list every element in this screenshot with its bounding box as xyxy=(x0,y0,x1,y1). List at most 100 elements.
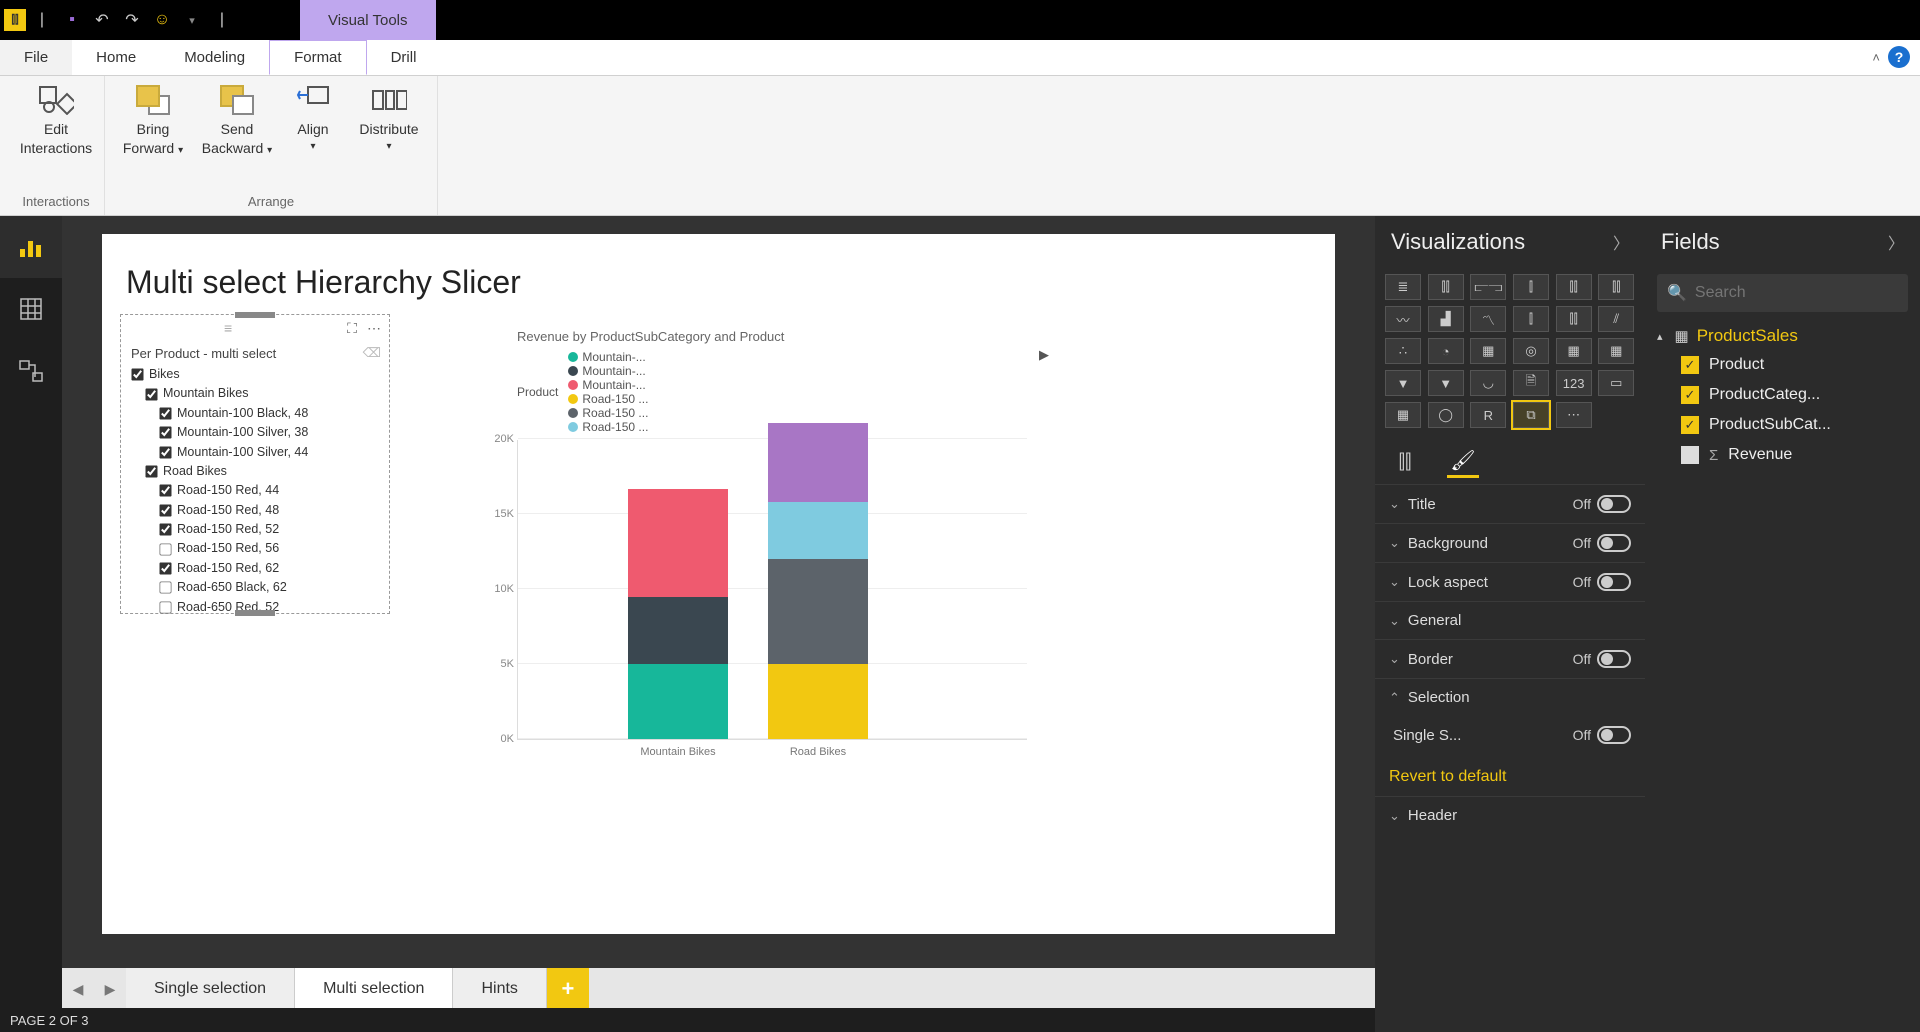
viz-type-icon[interactable]: ⫽ xyxy=(1598,306,1634,332)
lock-aspect-toggle[interactable]: Off xyxy=(1573,573,1631,591)
legend-item[interactable]: Mountain-... xyxy=(568,378,648,392)
legend-item[interactable]: Road-150 ... xyxy=(568,392,648,406)
legend-item[interactable]: Mountain-... xyxy=(568,364,648,378)
viz-type-icon[interactable]: ∴ xyxy=(1385,338,1421,364)
viz-type-icon[interactable]: ▦ xyxy=(1598,338,1634,364)
viz-type-icon[interactable]: ⫍⫎ xyxy=(1470,274,1506,300)
viz-type-icon[interactable]: ▦ xyxy=(1470,338,1506,364)
revert-to-default-button[interactable]: Revert to default xyxy=(1375,754,1645,796)
page-nav-next-icon[interactable]: ▶ xyxy=(94,968,126,1010)
slicer-item[interactable]: Road-150 Red, 56 xyxy=(159,539,379,558)
help-icon[interactable]: ? xyxy=(1888,46,1910,68)
slicer-checkbox[interactable] xyxy=(131,369,143,381)
tab-format[interactable]: Format xyxy=(269,40,367,75)
send-backward-button[interactable]: Send Backward ▾ xyxy=(201,82,273,157)
tab-file[interactable]: File xyxy=(0,40,72,75)
focus-mode-icon[interactable]: ⛶ xyxy=(347,320,357,337)
fields-header[interactable]: Fields 〉 xyxy=(1645,216,1920,268)
format-single-select-row[interactable]: Single S... Off xyxy=(1375,716,1645,754)
slicer-item[interactable]: Bikes xyxy=(131,365,379,384)
slicer-checkbox[interactable] xyxy=(159,485,171,497)
table-productsales[interactable]: ▴ ▦ ProductSales xyxy=(1645,322,1920,350)
more-options-icon[interactable]: ⋯ xyxy=(367,320,381,337)
slicer-item[interactable]: Mountain-100 Black, 48 xyxy=(159,404,379,423)
collapse-ribbon-icon[interactable]: ˄ xyxy=(1872,50,1880,65)
report-canvas[interactable]: Multi select Hierarchy Slicer ≡ ⛶ ⋯ Per … xyxy=(102,234,1335,934)
viz-type-icon[interactable]: ⫿⫿ xyxy=(1428,274,1464,300)
format-lock-aspect-row[interactable]: ⌄Lock aspect Off xyxy=(1375,562,1645,601)
chart-bar[interactable] xyxy=(628,489,728,740)
viz-type-icon[interactable]: ◎ xyxy=(1513,338,1549,364)
tab-modeling[interactable]: Modeling xyxy=(160,40,269,75)
viz-type-icon[interactable]: ◯ xyxy=(1428,402,1464,428)
field-checkbox[interactable]: ✓ xyxy=(1681,356,1699,374)
qat-dropdown-icon[interactable]: ▾ xyxy=(178,6,206,34)
edit-interactions-button[interactable]: Edit Interactions xyxy=(20,82,92,157)
slicer-item[interactable]: Road-150 Red, 52 xyxy=(159,520,379,539)
fields-search[interactable]: 🔍 xyxy=(1657,274,1908,312)
save-icon[interactable]: ▪ xyxy=(58,6,86,34)
slicer-checkbox[interactable] xyxy=(145,388,157,400)
align-button[interactable]: Align ▾ xyxy=(285,82,341,157)
page-tab-multi-selection[interactable]: Multi selection xyxy=(295,968,453,1010)
smiley-icon[interactable]: ☺ xyxy=(148,6,176,34)
viz-type-icon[interactable]: ▼ xyxy=(1385,370,1421,396)
format-tab-icon[interactable]: 🖌 xyxy=(1447,446,1479,478)
slicer-item[interactable]: Road-150 Red, 48 xyxy=(159,501,379,520)
hierarchy-slicer-visual[interactable]: ≡ ⛶ ⋯ Per Product - multi select ⌫ Bikes… xyxy=(120,314,390,614)
viz-type-icon[interactable]: ▭ xyxy=(1598,370,1634,396)
viz-type-icon[interactable]: ⫿⫿ xyxy=(1598,274,1634,300)
chevron-right-icon[interactable]: 〉 xyxy=(1613,230,1629,254)
slicer-checkbox[interactable] xyxy=(159,446,171,458)
slicer-item[interactable]: Road-150 Red, 62 xyxy=(159,559,379,578)
slicer-item[interactable]: Road Bikes xyxy=(145,462,379,481)
field-checkbox[interactable]: ✓ xyxy=(1681,386,1699,404)
field-product[interactable]: ✓Product xyxy=(1645,350,1920,380)
slicer-checkbox[interactable] xyxy=(159,582,171,594)
viz-type-icon[interactable]: 〽 xyxy=(1470,306,1506,332)
chart-bar[interactable] xyxy=(768,423,868,740)
viz-type-icon[interactable]: ⫿⫿ xyxy=(1556,306,1592,332)
visualizations-header[interactable]: Visualizations 〉 xyxy=(1375,216,1645,268)
viz-type-icon[interactable]: ▦ xyxy=(1556,338,1592,364)
title-toggle[interactable]: Off xyxy=(1573,495,1631,513)
slicer-checkbox[interactable] xyxy=(159,543,171,555)
slicer-checkbox[interactable] xyxy=(159,504,171,516)
viz-type-icon[interactable]: ▦ xyxy=(1385,402,1421,428)
viz-type-icon[interactable]: 🗎 xyxy=(1513,370,1549,396)
stacked-bar-chart-visual[interactable]: Revenue by ProductSubCategory and Produc… xyxy=(517,329,1037,729)
page-nav-prev-icon[interactable]: ◀ xyxy=(62,968,94,1010)
distribute-button[interactable]: Distribute ▾ xyxy=(353,82,425,157)
slicer-checkbox[interactable] xyxy=(159,407,171,419)
viz-type-icon[interactable]: ⫿ xyxy=(1513,306,1549,332)
field-productsubcategory[interactable]: ✓ProductSubCat... xyxy=(1645,410,1920,440)
tab-drill[interactable]: Drill xyxy=(367,40,441,75)
slicer-item[interactable]: Road-150 Red, 44 xyxy=(159,481,379,500)
field-checkbox[interactable]: ✓ xyxy=(1681,446,1699,464)
viz-type-icon[interactable]: ≣ xyxy=(1385,274,1421,300)
eraser-icon[interactable]: ⌫ xyxy=(363,345,381,361)
slicer-item[interactable]: Road-650 Black, 62 xyxy=(159,578,379,597)
slicer-checkbox[interactable] xyxy=(145,465,157,477)
viz-type-icon[interactable]: ◡ xyxy=(1470,370,1506,396)
slicer-item[interactable]: Mountain-100 Silver, 38 xyxy=(159,423,379,442)
slicer-checkbox[interactable] xyxy=(159,524,171,536)
add-page-button[interactable]: + xyxy=(547,968,589,1010)
field-productcategory[interactable]: ✓ProductCateg... xyxy=(1645,380,1920,410)
format-background-row[interactable]: ⌄Background Off xyxy=(1375,523,1645,562)
field-revenue[interactable]: ✓ΣRevenue xyxy=(1645,440,1920,470)
chevron-right-icon[interactable]: 〉 xyxy=(1888,230,1904,254)
border-toggle[interactable]: Off xyxy=(1573,650,1631,668)
page-tab-single-selection[interactable]: Single selection xyxy=(126,968,295,1010)
bring-forward-button[interactable]: Bring Forward ▾ xyxy=(117,82,189,157)
background-toggle[interactable]: Off xyxy=(1573,534,1631,552)
format-selection-row[interactable]: ⌃Selection xyxy=(1375,678,1645,716)
slicer-item[interactable]: Mountain Bikes xyxy=(145,384,379,403)
resize-handle-icon[interactable] xyxy=(235,312,275,318)
search-input[interactable] xyxy=(1695,284,1898,302)
viz-type-icon[interactable]: ⫿ xyxy=(1513,274,1549,300)
redo-icon[interactable]: ↷ xyxy=(118,6,146,34)
legend-item[interactable]: Road-150 ... xyxy=(568,406,648,420)
data-view-icon[interactable] xyxy=(0,278,62,340)
legend-item[interactable]: Mountain-... xyxy=(568,350,648,364)
